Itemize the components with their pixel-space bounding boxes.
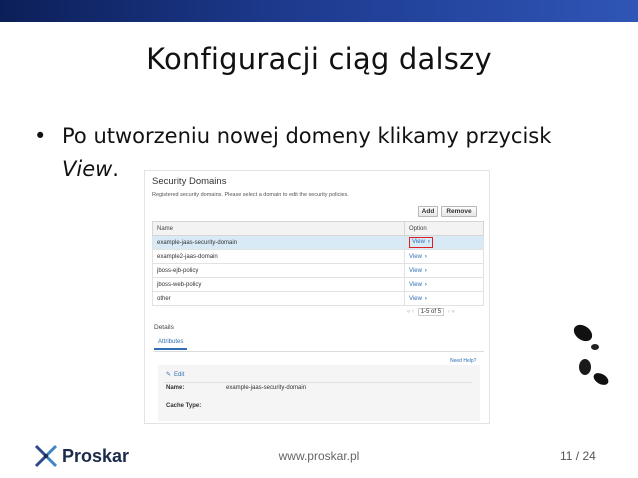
chevron-right-icon: › <box>424 253 427 260</box>
table-row[interactable]: jboss-web-policy View › <box>152 277 484 292</box>
chevron-right-icon: › <box>427 239 430 245</box>
chevron-right-icon: › <box>424 295 427 302</box>
footer-url[interactable]: www.proskar.pl <box>0 449 638 463</box>
option-cell: View › <box>404 263 484 278</box>
view-link-label: View <box>409 253 422 260</box>
domain-name: jboss-ejb-policy <box>152 263 405 278</box>
bullet-symbol: • <box>34 124 47 148</box>
attributes-panel: ✎ Edit Name: example-jaas-security-domain… <box>158 365 480 421</box>
option-cell: View › <box>404 277 484 292</box>
last-page-icon[interactable]: » <box>451 309 454 315</box>
next-page-icon[interactable]: › <box>448 309 450 315</box>
security-domains-screenshot: Security Domains Registered security dom… <box>144 170 490 424</box>
table-row[interactable]: example2-jaas-domain View › <box>152 249 484 264</box>
first-page-icon[interactable]: « <box>407 309 410 315</box>
page-number: 11 / 24 <box>560 449 596 463</box>
need-help-link[interactable]: Need Help? <box>450 358 476 364</box>
details-heading: Details <box>154 324 174 331</box>
name-value: example-jaas-security-domain <box>226 385 307 391</box>
slide-title: Konfiguracji ciąg dalszy <box>146 42 492 76</box>
view-link-label: View <box>409 267 422 274</box>
edit-button[interactable]: ✎ Edit <box>166 371 184 378</box>
footprints-decoration <box>573 324 609 385</box>
table-header: Name Option <box>152 221 484 236</box>
view-link-highlighted[interactable]: View › <box>409 237 433 248</box>
domain-name: other <box>152 291 405 306</box>
domain-name: example2-jaas-domain <box>152 249 405 264</box>
edit-label: Edit <box>174 372 185 378</box>
top-banner <box>0 0 638 22</box>
option-cell: View › <box>404 249 484 264</box>
chevron-right-icon: › <box>424 281 427 288</box>
option-cell: View › <box>404 235 484 250</box>
add-button[interactable]: Add <box>418 206 438 217</box>
view-link-label: View <box>409 281 422 288</box>
cache-type-label: Cache Type: <box>166 403 202 409</box>
option-cell: View › <box>404 291 484 306</box>
remove-button[interactable]: Remove <box>441 206 477 217</box>
domain-name: example-jaas-security-domain <box>152 235 405 250</box>
bullet-text-line2: View. <box>62 153 119 186</box>
view-link[interactable]: View › <box>409 282 427 288</box>
view-link-label: View <box>412 239 425 245</box>
column-header-option[interactable]: Option <box>404 221 484 236</box>
prev-page-icon[interactable]: ‹ <box>412 309 414 315</box>
tab-attributes[interactable]: Attributes <box>154 339 188 350</box>
table-row[interactable]: example-jaas-security-domain View › <box>152 235 484 250</box>
bullet-emphasis-view: View <box>62 157 113 181</box>
pagination: « ‹ 1-5 of 5 › » <box>407 308 455 316</box>
name-label: Name: <box>166 385 185 391</box>
bullet-text-line1: Po utworzeniu nowej domeny klikamy przyc… <box>62 124 552 148</box>
table-row[interactable]: other View › <box>152 291 484 306</box>
page-range: 1-5 of 5 <box>417 308 445 316</box>
edit-icon: ✎ <box>166 372 172 378</box>
column-header-name[interactable]: Name <box>152 221 405 236</box>
view-link[interactable]: View › <box>409 296 427 302</box>
table-row[interactable]: jboss-ejb-policy View › <box>152 263 484 278</box>
security-domains-title: Security Domains <box>152 176 227 187</box>
panel-divider <box>164 382 472 383</box>
security-domains-subtitle: Registered security domains. Please sele… <box>152 192 349 198</box>
view-link-label: View <box>409 295 422 302</box>
domains-table: Name Option example-jaas-security-domain… <box>152 221 484 306</box>
chevron-right-icon: › <box>424 267 427 274</box>
bullet-period: . <box>112 157 119 181</box>
view-link[interactable]: View › <box>409 254 427 260</box>
domain-name: jboss-web-policy <box>152 277 405 292</box>
view-link[interactable]: View › <box>409 268 427 274</box>
tab-divider <box>154 351 484 352</box>
